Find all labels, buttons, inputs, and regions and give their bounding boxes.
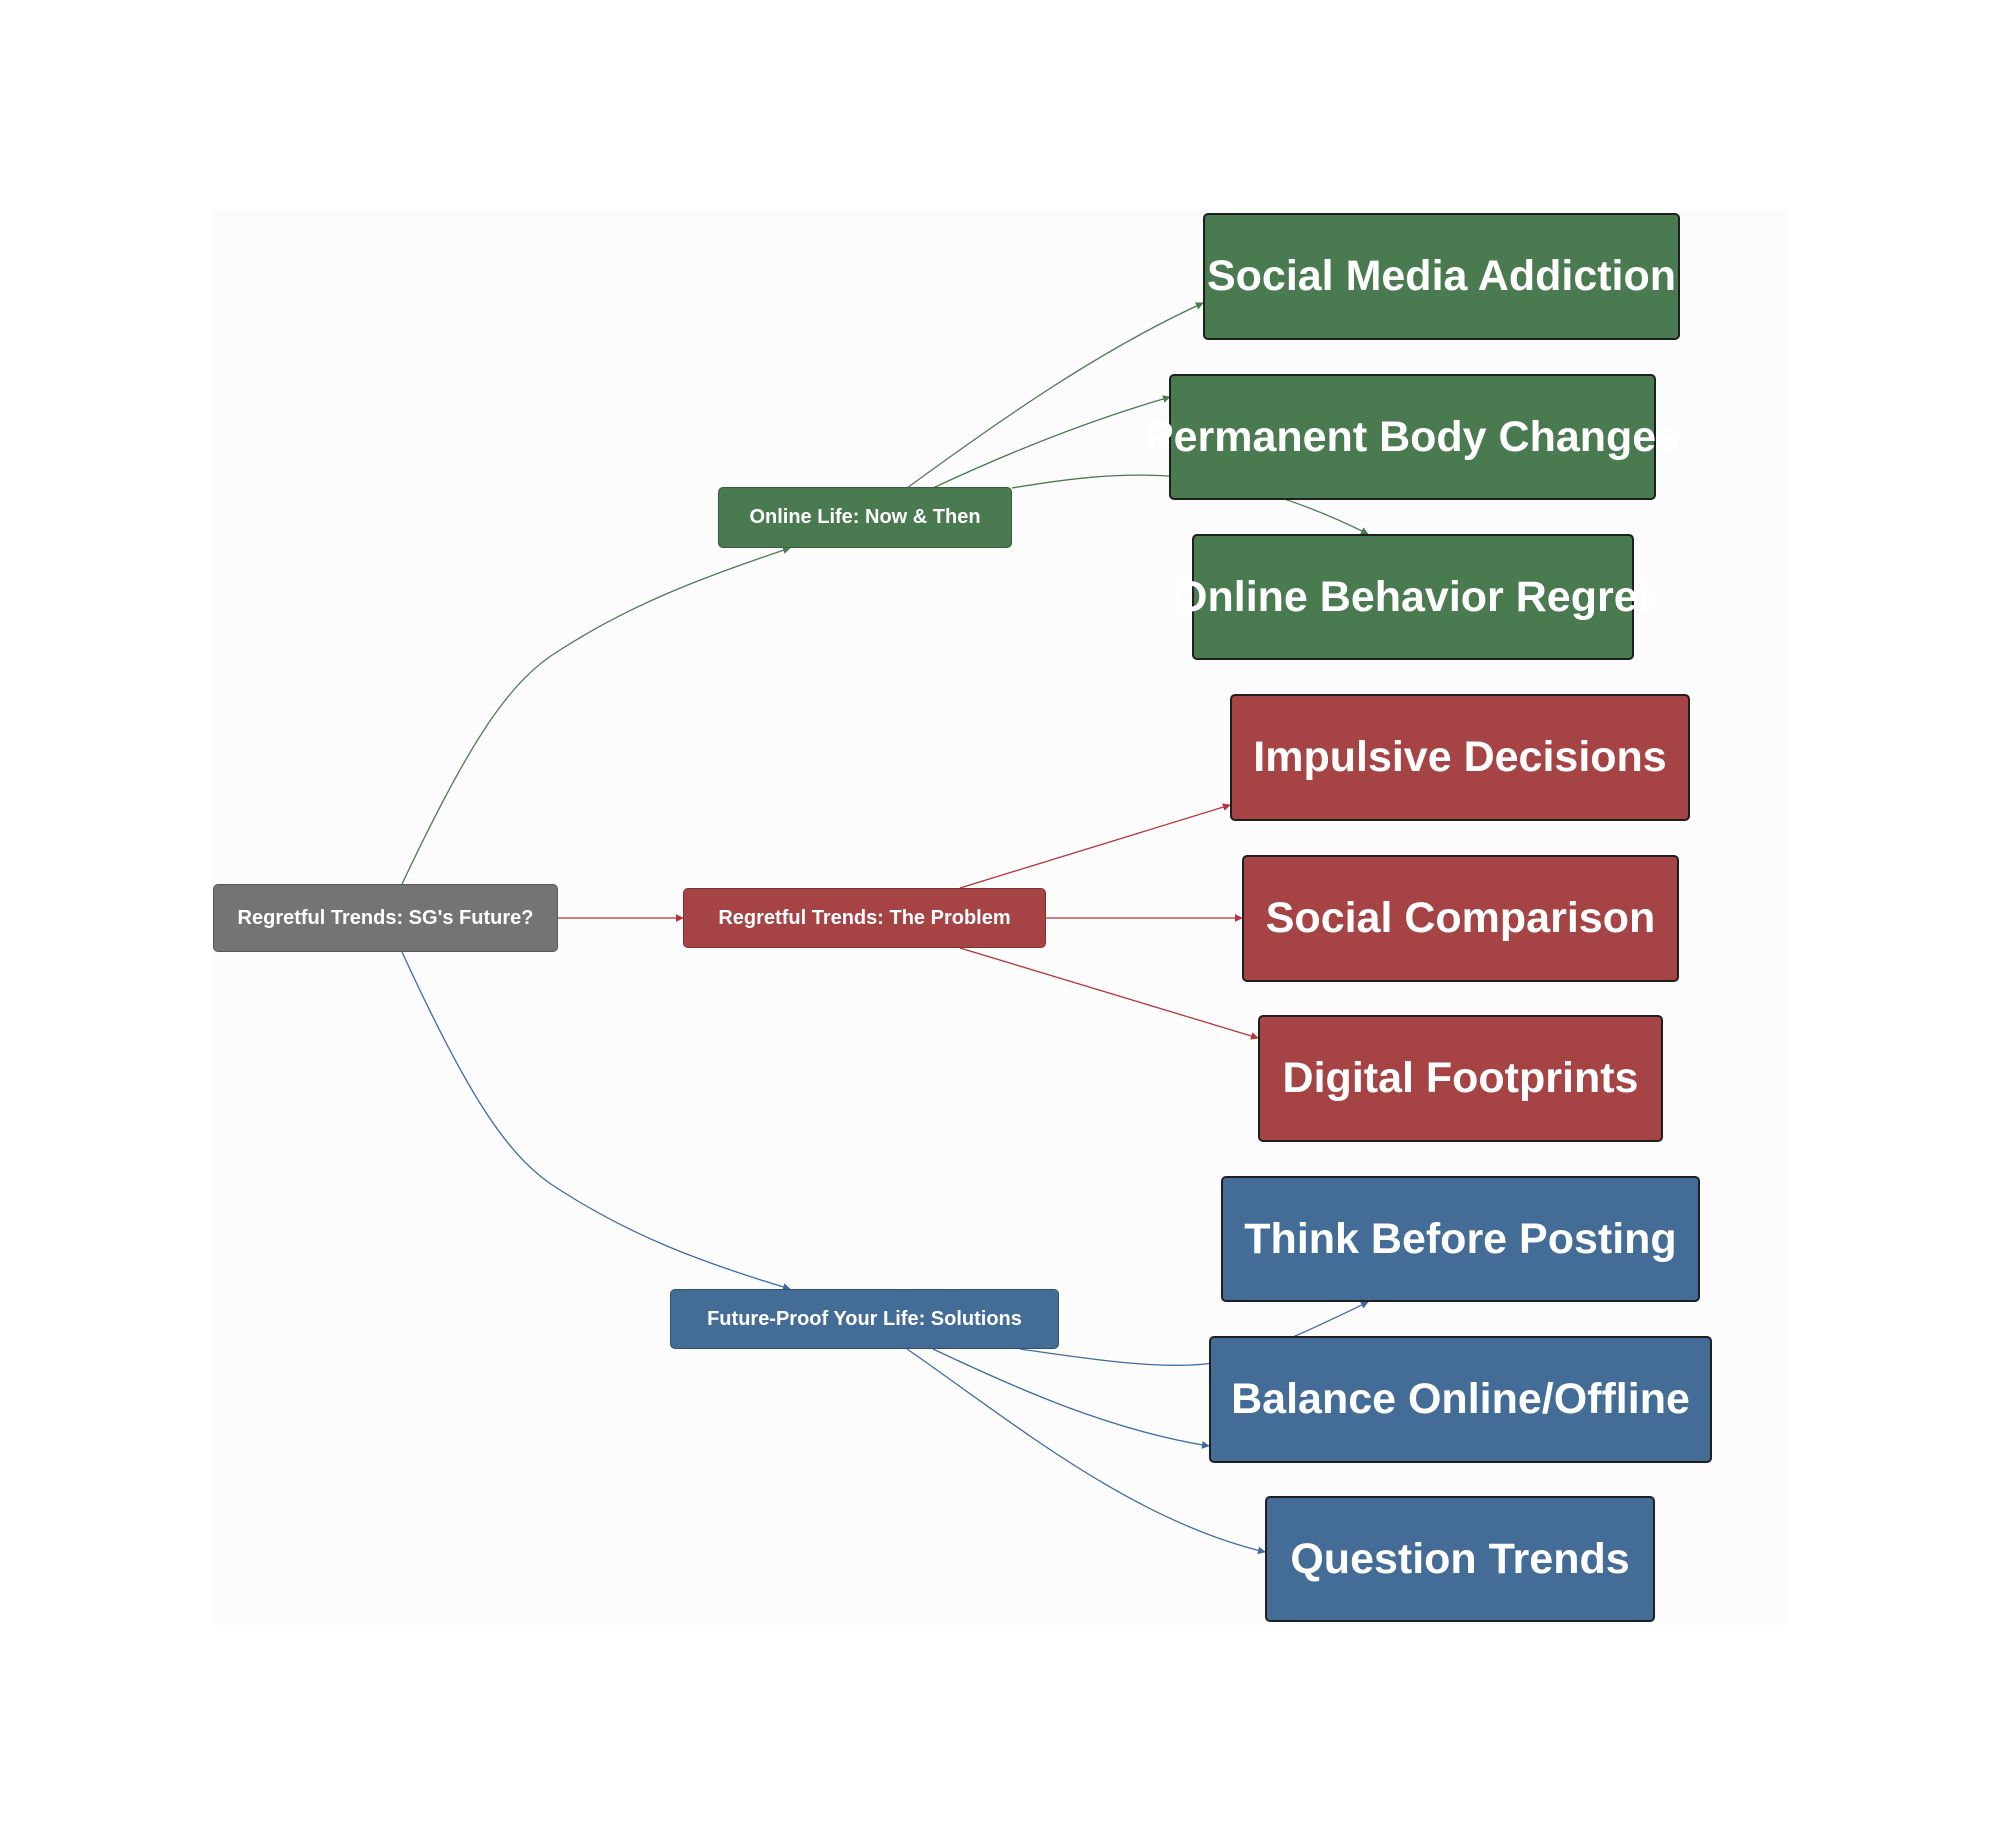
leaf-node-balance-online-offline[interactable]: Balance Online/Offline [1209, 1336, 1712, 1463]
edge-problem-to-digital-footprints [959, 947, 1259, 1040]
leaf-node-think-before-posting[interactable]: Think Before Posting [1221, 1176, 1700, 1302]
leaf-node-social-media-addiction[interactable]: Social Media Addiction [1203, 213, 1680, 340]
edge-root-to-online-life [401, 546, 791, 885]
edge-online-life-to-permanent-body-changes [932, 395, 1171, 489]
root-node[interactable]: Regretful Trends: SG's Future? [213, 884, 558, 952]
leaf-node-question-trends[interactable]: Question Trends [1265, 1496, 1655, 1622]
branch-node-online-life[interactable]: Online Life: Now & Then [718, 487, 1012, 548]
leaf-node-digital-footprints[interactable]: Digital Footprints [1258, 1015, 1663, 1142]
branch-node-solutions[interactable]: Future-Proof Your Life: Solutions [670, 1289, 1059, 1349]
leaf-node-impulsive-decisions[interactable]: Impulsive Decisions [1230, 694, 1690, 821]
leaf-node-social-comparison[interactable]: Social Comparison [1242, 855, 1679, 982]
edge-root-to-solutions [401, 951, 791, 1291]
leaf-node-permanent-body-changes[interactable]: Permanent Body Changes [1145, 374, 1680, 500]
leaf-node-online-behavior-regret[interactable]: Online Behavior Regret [1174, 534, 1652, 660]
branch-node-problem[interactable]: Regretful Trends: The Problem [683, 888, 1046, 948]
edge-problem-to-impulsive-decisions [959, 803, 1231, 889]
